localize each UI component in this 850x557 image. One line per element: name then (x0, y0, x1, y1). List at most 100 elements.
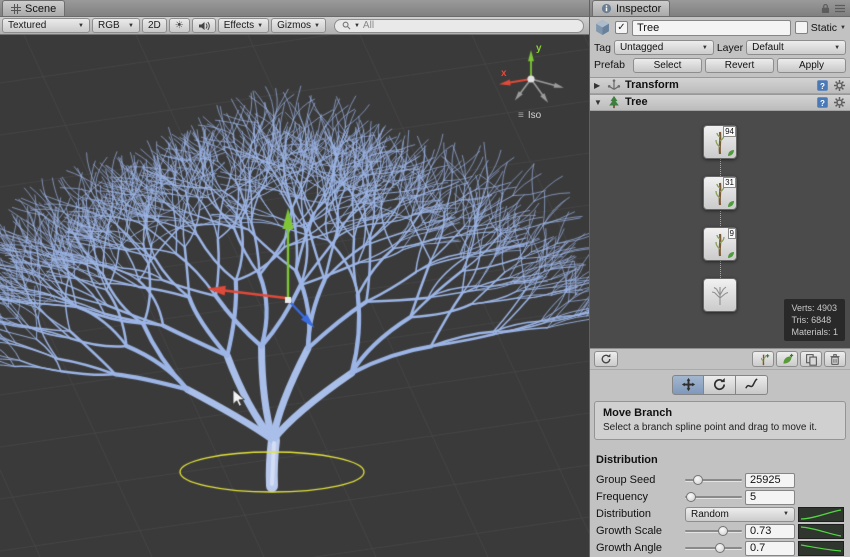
verts-stat: Verts: 4903 (791, 302, 838, 314)
distribution-curve-field[interactable] (798, 507, 844, 522)
transform-title: Transform (625, 79, 679, 91)
projection-toggle[interactable]: ≡ Iso (518, 110, 541, 121)
speaker-icon (198, 21, 210, 31)
branch-tools (590, 370, 850, 398)
free-hand-tool-button[interactable] (736, 375, 768, 395)
static-dropdown-icon[interactable]: ▼ (840, 25, 846, 31)
refresh-button[interactable] (594, 351, 618, 367)
inspector-tabbar: Inspector (590, 0, 850, 17)
context-menu-icon[interactable] (835, 4, 845, 13)
add-leaf-group-button[interactable] (776, 351, 798, 367)
foldout-expanded-icon[interactable]: ▼ (594, 98, 603, 107)
svg-text:?: ? (820, 98, 825, 107)
slider-thumb[interactable] (686, 492, 696, 502)
color-mode-dropdown[interactable]: RGB▼ (92, 18, 140, 33)
growth-scale-value: 0.73 (750, 525, 771, 537)
group-seed-slider[interactable] (685, 474, 742, 486)
unity-editor-window: Scene Textured▼ RGB▼ 2D ☀ Effects▼ (0, 0, 850, 557)
tag-dropdown[interactable]: Untagged ▼ (614, 40, 714, 55)
mesh-stats-overlay: Verts: 4903 Tris: 6848 Materials: 1 (784, 299, 845, 341)
prefab-revert-button[interactable]: Revert (705, 58, 774, 73)
duplicate-icon (805, 353, 818, 366)
sun-icon: ☀ (175, 20, 184, 31)
scene-lighting-button[interactable]: ☀ (169, 18, 190, 33)
tree-thumbnail-icon (708, 283, 732, 307)
slider-thumb[interactable] (718, 526, 728, 536)
frequency-row: Frequency 5 (596, 489, 844, 505)
tab-scene[interactable]: Scene (2, 0, 65, 16)
branch-group-node[interactable]: 94 (703, 125, 737, 159)
curve-icon (799, 542, 843, 555)
gear-icon[interactable] (833, 79, 846, 92)
growth-angle-slider[interactable] (685, 542, 742, 554)
distribution-section-title: Distribution (596, 454, 844, 466)
add-branch-group-button[interactable] (752, 351, 774, 367)
duplicate-node-button[interactable] (800, 351, 822, 367)
lock-icon[interactable] (821, 3, 830, 14)
gizmos-label: Gizmos (277, 20, 311, 31)
axis-gizmo-y-label[interactable]: y (536, 43, 542, 54)
layer-label: Layer (717, 42, 743, 54)
shading-mode-label: Textured (8, 20, 46, 31)
delete-node-button[interactable] (824, 351, 846, 367)
search-value: All (363, 20, 374, 31)
axis-gizmo-x-label[interactable]: x (501, 68, 507, 79)
transform-component-header[interactable]: ▶ Transform ? (590, 77, 850, 94)
static-checkbox[interactable] (795, 21, 808, 34)
frequency-field[interactable]: 5 (745, 490, 795, 505)
help-icon[interactable]: ? (816, 96, 829, 109)
scene-viewport[interactable] (0, 35, 589, 557)
tree-root-node[interactable] (703, 278, 737, 312)
gameobject-name-field[interactable]: Tree (632, 20, 791, 36)
chevron-down-icon: ▼ (314, 23, 320, 29)
branch-group-node[interactable]: 9 (703, 227, 737, 261)
add-branch-icon (757, 353, 770, 366)
effects-dropdown[interactable]: Effects▼ (218, 18, 269, 33)
scene-audio-button[interactable] (192, 18, 216, 33)
growth-scale-field[interactable]: 0.73 (745, 524, 795, 539)
scene-search-input[interactable]: ▼ All (334, 19, 584, 33)
tris-stat: Tris: 6848 (791, 314, 838, 326)
prefab-select-button[interactable]: Select (633, 58, 702, 73)
tool-help-description: Select a branch spline point and drag to… (603, 422, 837, 433)
group-seed-field[interactable]: 25925 (745, 473, 795, 488)
chevron-down-icon: ▼ (702, 45, 708, 51)
distribution-dropdown[interactable]: Random▼ (685, 507, 795, 522)
prefab-apply-button[interactable]: Apply (777, 58, 846, 73)
growth-angle-field[interactable]: 0.7 (745, 541, 795, 556)
active-checkbox[interactable]: ✓ (615, 21, 628, 34)
frequency-slider[interactable] (685, 491, 742, 503)
tree-component-header[interactable]: ▼ Tree ? (590, 94, 850, 111)
growth-angle-value: 0.7 (750, 542, 765, 554)
scene-tabbar: Scene (0, 0, 589, 17)
slider-thumb[interactable] (693, 475, 703, 485)
branch-group-node[interactable]: 31 (703, 176, 737, 210)
tag-value: Untagged (620, 42, 663, 53)
2d-label: 2D (148, 20, 161, 31)
move-branch-tool-button[interactable] (672, 375, 704, 395)
prefab-label: Prefab (594, 59, 630, 71)
chevron-down-icon: ▼ (128, 23, 134, 29)
gizmos-dropdown[interactable]: Gizmos▼ (271, 18, 326, 33)
foldout-collapsed-icon[interactable]: ▶ (594, 81, 603, 90)
refresh-icon (600, 353, 612, 365)
group-seed-label: Group Seed (596, 474, 682, 486)
leaf-badge-icon (727, 251, 735, 259)
toggle-2d-button[interactable]: 2D (142, 18, 167, 33)
tab-inspector[interactable]: Inspector (592, 0, 670, 16)
shading-mode-dropdown[interactable]: Textured▼ (2, 18, 90, 33)
rotate-branch-tool-button[interactable] (704, 375, 736, 395)
layer-dropdown[interactable]: Default▼ (746, 40, 846, 55)
curve-icon (799, 508, 843, 521)
growth-scale-slider[interactable] (685, 525, 742, 537)
gameobject-name: Tree (637, 22, 659, 34)
help-icon[interactable]: ? (816, 79, 829, 92)
frequency-label: Frequency (596, 491, 682, 503)
group-seed-row: Group Seed 25925 (596, 472, 844, 488)
gear-icon[interactable] (833, 96, 846, 109)
growth-angle-curve-field[interactable] (798, 541, 844, 556)
growth-scale-curve-field[interactable] (798, 524, 844, 539)
rotate-branch-icon (712, 377, 727, 392)
slider-thumb[interactable] (715, 543, 725, 553)
iso-menu-icon: ≡ (518, 110, 524, 121)
